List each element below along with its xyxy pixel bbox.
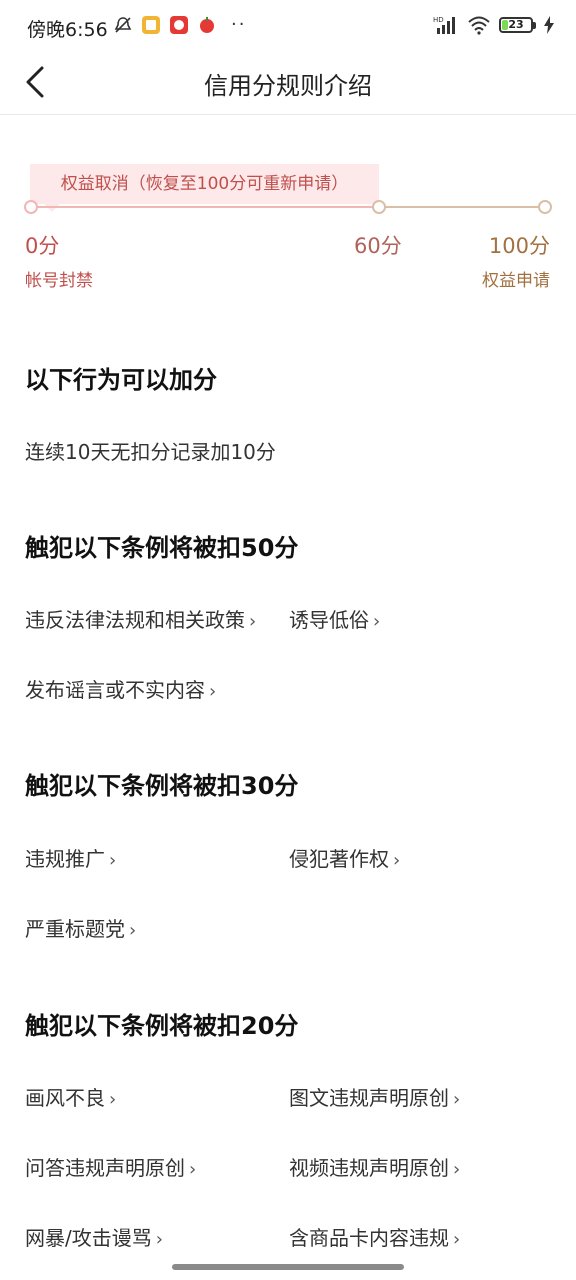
- battery-level: 23: [508, 18, 524, 31]
- rule-link-label: 问答违规声明原创: [25, 1156, 185, 1180]
- rule-link-illegal-promotion[interactable]: 违规推广 ›: [25, 843, 116, 872]
- chevron-right-icon: ›: [155, 1229, 163, 1250]
- rule-link-label: 发布谣言或不实内容: [25, 678, 205, 702]
- rule-link-article-original[interactable]: 图文违规声明原创 ›: [289, 1082, 460, 1111]
- chevron-right-icon: ›: [453, 1089, 461, 1110]
- rule-link-label: 诱导低俗: [289, 608, 369, 632]
- apple-app-icon: [200, 16, 214, 33]
- shopping-app-icon: [170, 15, 188, 34]
- rule-link-rumor[interactable]: 发布谣言或不实内容 ›: [25, 674, 216, 703]
- account-ban-caption: 帐号封禁: [25, 271, 93, 291]
- chevron-right-icon: ›: [109, 1089, 117, 1110]
- score-label-100: 100分: [488, 234, 550, 258]
- score-track-low-segment: [31, 206, 379, 208]
- rights-apply-caption: 权益申请: [482, 271, 550, 291]
- chevron-right-icon: ›: [109, 850, 117, 871]
- rule-link-video-original[interactable]: 视频违规声明原创 ›: [289, 1152, 460, 1181]
- section-title-add-points: 以下行为可以加分: [25, 366, 217, 394]
- score-marker-100: [538, 200, 552, 214]
- status-time: 傍晚6:56: [27, 19, 108, 41]
- rule-link-qa-original[interactable]: 问答违规声明原创 ›: [25, 1152, 196, 1181]
- more-notifications-icon: ··: [231, 14, 247, 35]
- gallery-app-icon: [142, 15, 160, 34]
- rights-cancel-tip: 权益取消（恢复至100分可重新申请）: [30, 164, 379, 212]
- home-indicator[interactable]: [172, 1264, 404, 1270]
- chevron-right-icon: ›: [129, 920, 137, 941]
- chevron-right-icon: ›: [373, 611, 381, 632]
- chevron-right-icon: ›: [249, 611, 257, 632]
- signal-icon: HD: [433, 16, 455, 34]
- navigation-bar: 信用分规则介绍: [0, 56, 576, 115]
- chevron-right-icon: ›: [453, 1229, 461, 1250]
- rule-link-label: 视频违规声明原创: [289, 1156, 449, 1180]
- rule-link-label: 网暴/攻击谩骂: [25, 1226, 152, 1250]
- rule-link-copyright[interactable]: 侵犯著作权 ›: [289, 843, 400, 872]
- status-system-icons: HD 23: [433, 15, 554, 35]
- status-notification-icons: ··: [113, 14, 246, 35]
- section-title-deduct-50: 触犯以下条例将被扣50分: [25, 534, 299, 562]
- rule-link-label: 违反法律法规和相关政策: [25, 608, 245, 632]
- credit-score-scale: 权益取消（恢复至100分可重新申请） 0分 60分 100分 帐号封禁 权益申请: [0, 160, 576, 300]
- mute-icon: [114, 16, 132, 33]
- score-marker-0: [24, 200, 38, 214]
- wifi-icon: [468, 16, 490, 35]
- rule-link-cyberbullying[interactable]: 网暴/攻击谩骂 ›: [25, 1222, 163, 1251]
- rule-link-vulgar[interactable]: 诱导低俗 ›: [289, 604, 380, 633]
- score-label-60: 60分: [354, 234, 402, 258]
- rule-link-label: 严重标题党: [25, 917, 125, 941]
- page-title: 信用分规则介绍: [204, 72, 372, 100]
- rule-link-product-card[interactable]: 含商品卡内容违规 ›: [289, 1222, 460, 1251]
- add-points-rule: 连续10天无扣分记录加10分: [25, 440, 276, 464]
- charging-icon: [544, 16, 554, 34]
- score-track: [31, 206, 545, 208]
- chevron-right-icon: ›: [189, 1159, 197, 1180]
- score-marker-60: [372, 200, 386, 214]
- chevron-right-icon: ›: [393, 850, 401, 871]
- battery-icon: 23: [499, 17, 536, 33]
- rule-link-clickbait[interactable]: 严重标题党 ›: [25, 913, 136, 942]
- score-track-high-segment: [379, 206, 545, 208]
- section-title-deduct-30: 触犯以下条例将被扣30分: [25, 772, 299, 800]
- section-title-deduct-20: 触犯以下条例将被扣20分: [25, 1012, 299, 1040]
- rule-link-label: 违规推广: [25, 847, 105, 871]
- rule-link-label: 含商品卡内容违规: [289, 1226, 449, 1250]
- rule-link-law-violation[interactable]: 违反法律法规和相关政策 ›: [25, 604, 256, 633]
- rule-link-label: 画风不良: [25, 1086, 105, 1110]
- rule-link-label: 图文违规声明原创: [289, 1086, 449, 1110]
- status-bar: 傍晚6:56 ·· HD 23: [0, 0, 576, 56]
- rule-link-bad-style[interactable]: 画风不良 ›: [25, 1082, 116, 1111]
- svg-text:HD: HD: [433, 16, 444, 24]
- rule-link-label: 侵犯著作权: [289, 847, 389, 871]
- score-label-0: 0分: [25, 234, 60, 258]
- chevron-right-icon: ›: [453, 1159, 461, 1180]
- chevron-right-icon: ›: [209, 681, 217, 702]
